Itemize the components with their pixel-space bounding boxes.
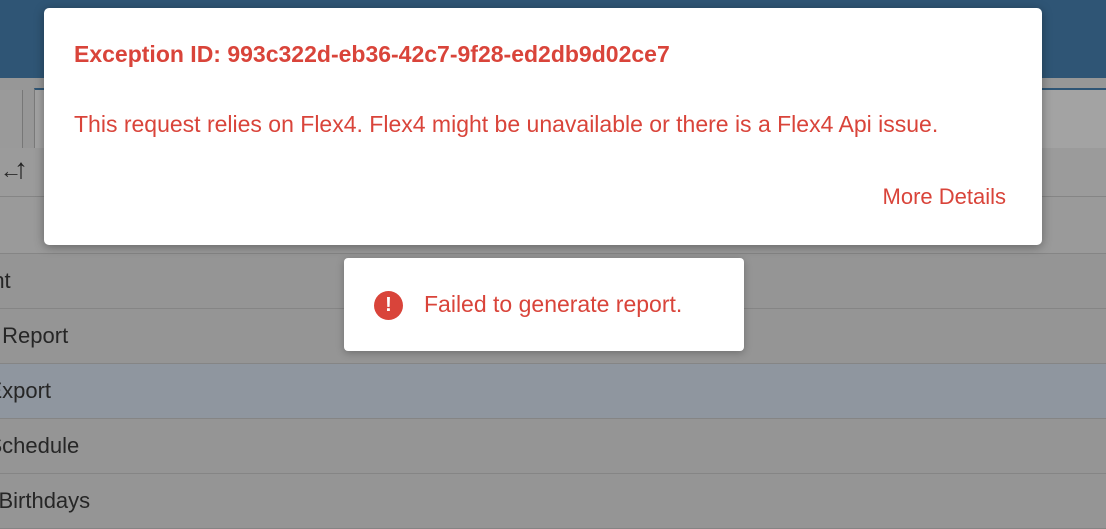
error-toast: ! Failed to generate report. (344, 258, 744, 351)
list-item-label: act Export (0, 378, 52, 403)
exclamation-icon: ! (374, 291, 403, 320)
arrow-up-icon[interactable]: ↑ (14, 154, 28, 184)
tab-previous[interactable] (0, 90, 23, 148)
exception-message: This request relies on Flex4. Flex4 migh… (74, 111, 939, 137)
exception-id-title: Exception ID: 993c322d-eb36-42c7-9f28-ed… (74, 41, 670, 67)
toast-message: Failed to generate report. (424, 291, 683, 317)
list-item-label: act Schedule (0, 433, 80, 458)
list-item[interactable]: act Schedule (0, 419, 1106, 474)
list-item[interactable]: acts Birthdays (0, 474, 1106, 529)
list-item-label: ndar Report (0, 323, 69, 348)
list-item-label: r Print (0, 268, 11, 293)
more-details-link[interactable]: More Details (883, 184, 1006, 210)
list-item-selected[interactable]: act Export (0, 364, 1106, 419)
list-item-label: acts Birthdays (0, 488, 91, 513)
exception-modal: Exception ID: 993c322d-eb36-42c7-9f28-ed… (44, 8, 1042, 245)
